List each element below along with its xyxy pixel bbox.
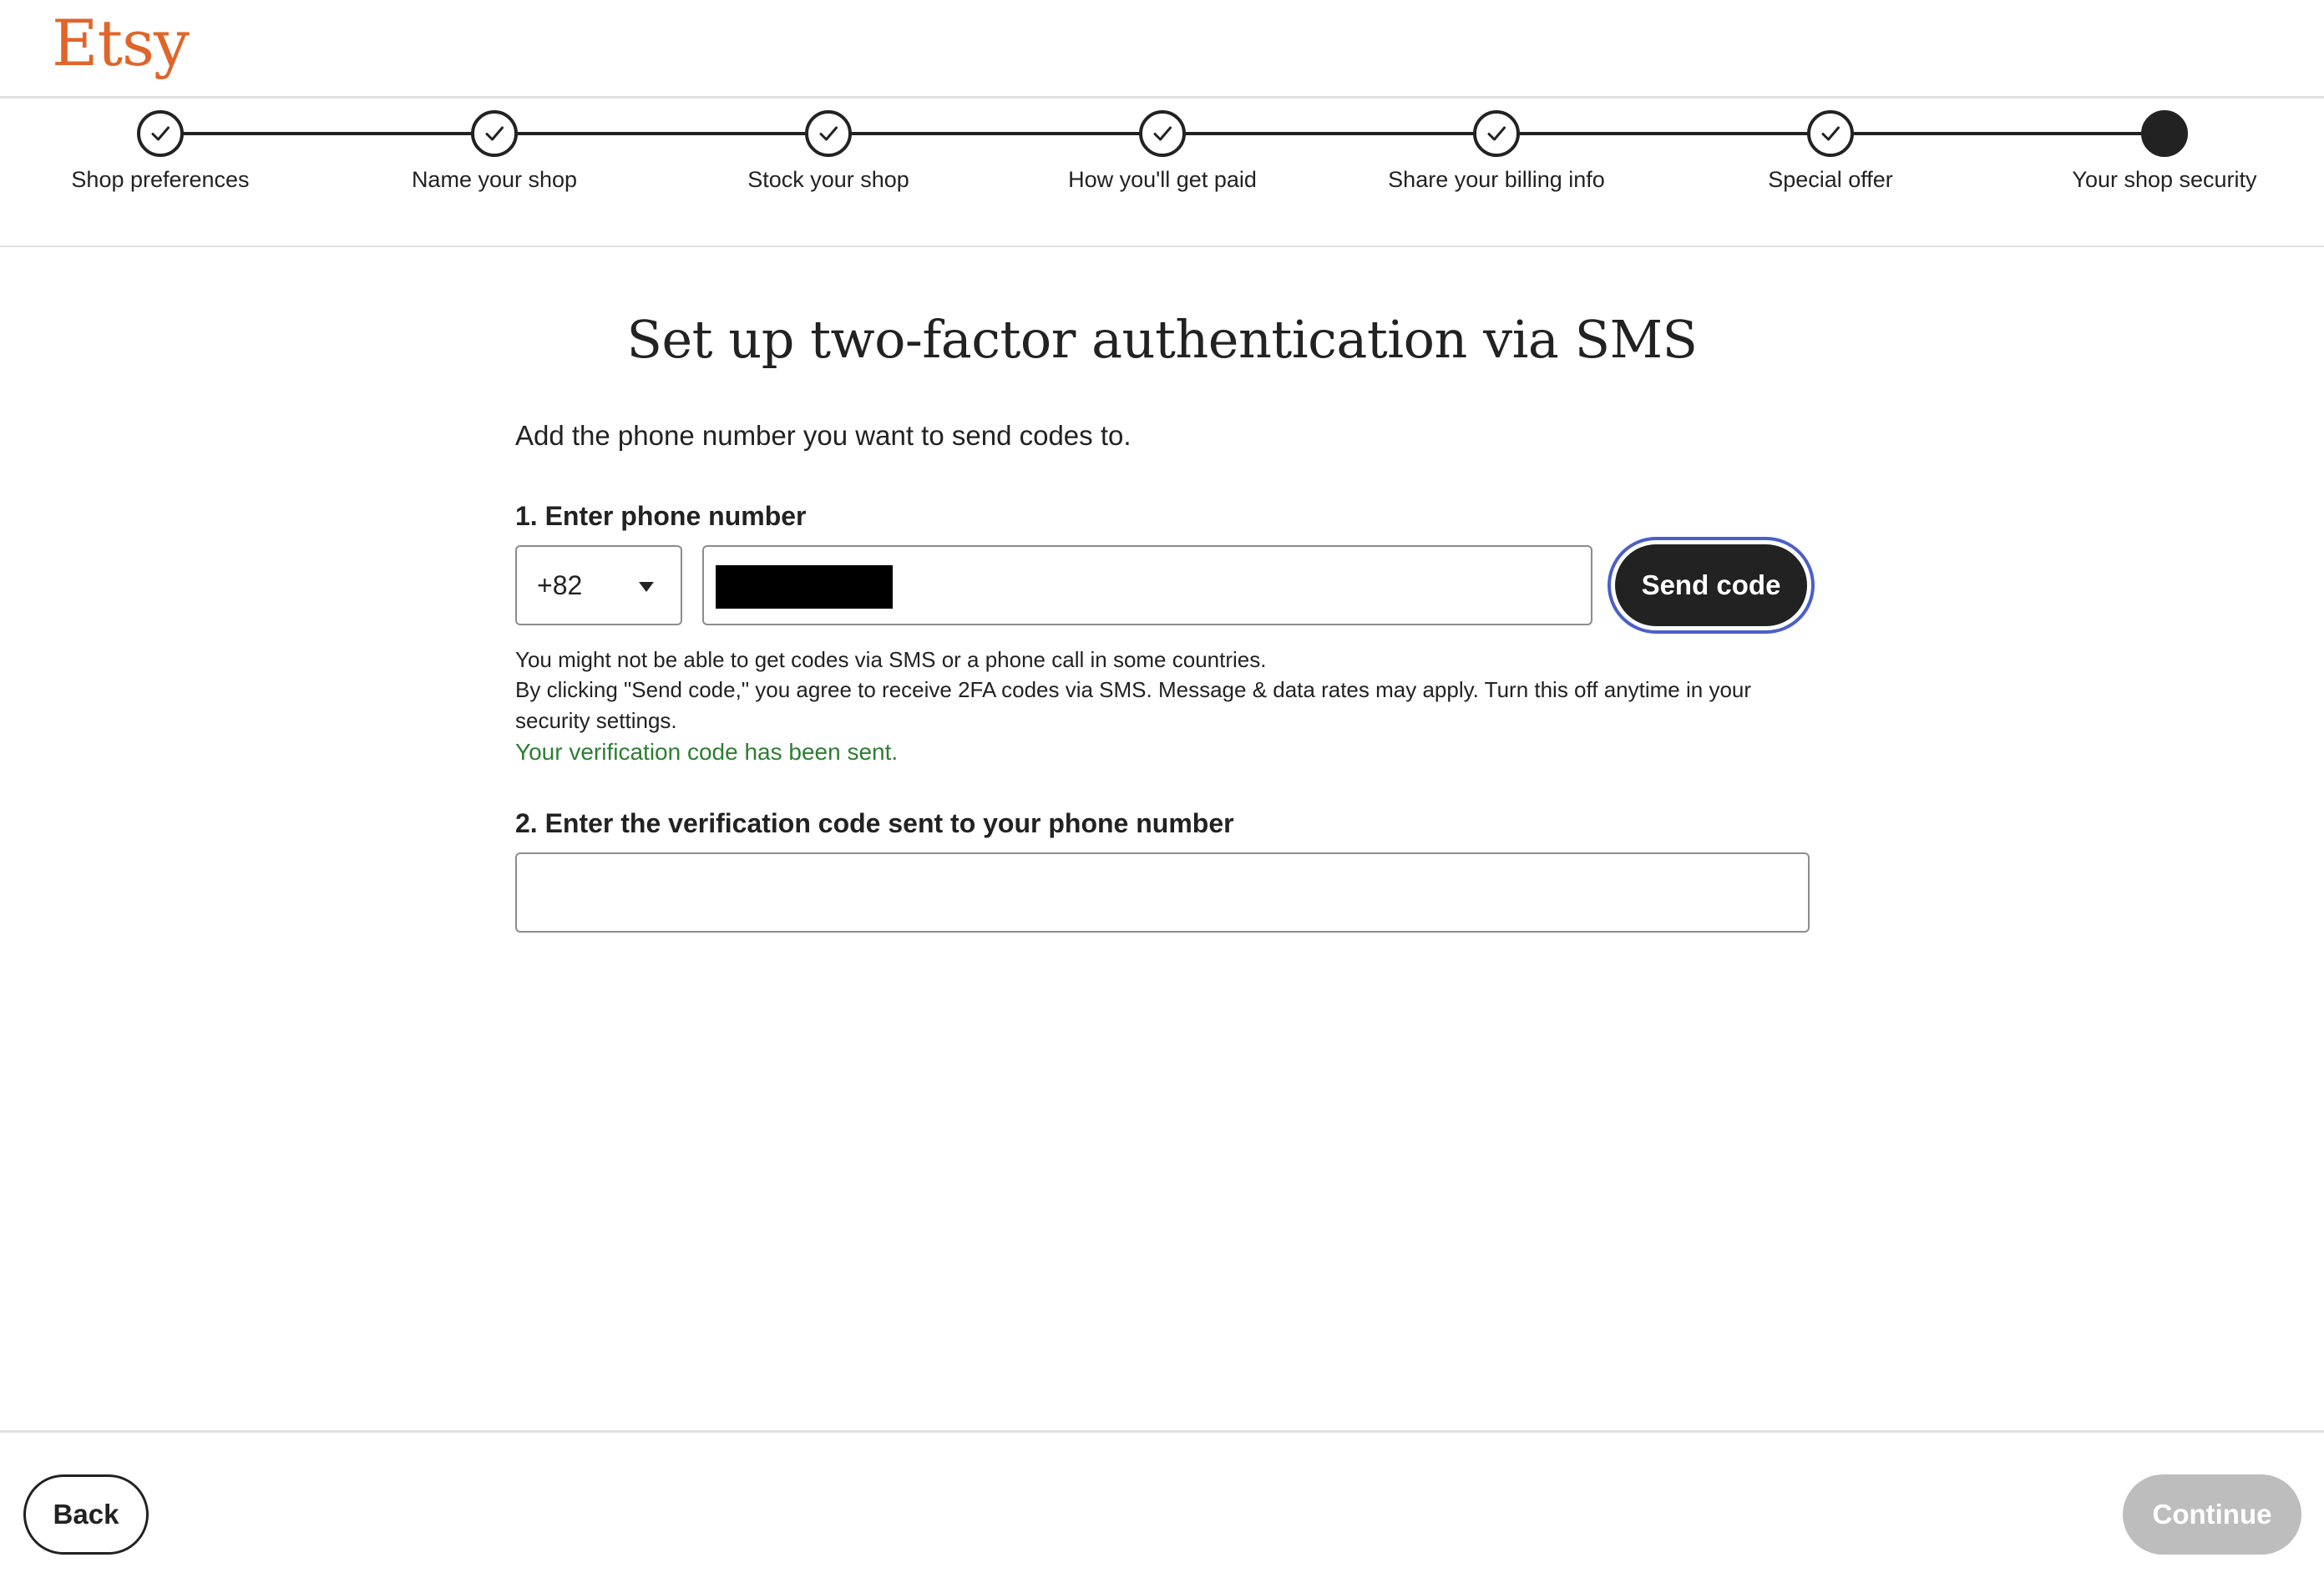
step-name-your-shop: Name your shop	[344, 110, 645, 193]
phone-number-input[interactable]	[702, 545, 1592, 625]
step-shop-preferences: Shop preferences	[10, 110, 311, 193]
check-icon	[1473, 110, 1520, 157]
redacted-phone-number	[716, 565, 893, 609]
code-section-label: 2. Enter the verification code sent to y…	[515, 808, 1234, 838]
step-stock-your-shop: Stock your shop	[678, 110, 979, 193]
check-icon	[1807, 110, 1854, 157]
send-code-button[interactable]: Send code	[1615, 544, 1807, 626]
footer: Back Continue	[0, 1430, 2324, 1593]
phone-section-label: 1. Enter phone number	[515, 501, 807, 531]
continue-button[interactable]: Continue	[2123, 1474, 2301, 1555]
check-icon	[137, 110, 184, 157]
current-step-dot-icon	[2141, 110, 2188, 157]
step-special-offer: Special offer	[1680, 110, 1981, 193]
page-title: Set up two-factor authentication via SMS	[626, 309, 1698, 370]
country-code-select[interactable]: +82	[515, 545, 682, 625]
verification-code-input[interactable]	[515, 852, 1810, 933]
header: Etsy	[0, 0, 2324, 99]
back-button[interactable]: Back	[23, 1474, 149, 1555]
sms-consent-note: By clicking "Send code," you agree to re…	[515, 677, 1752, 733]
step-label: How you'll get paid	[1068, 167, 1257, 192]
step-your-shop-security: Your shop security	[2014, 110, 2315, 193]
step-label: Name your shop	[411, 167, 578, 192]
step-label: Shop preferences	[71, 167, 250, 192]
step-label: Your shop security	[2072, 167, 2257, 192]
intro-text: Add the phone number you want to send co…	[515, 420, 1132, 451]
step-label: Stock your shop	[747, 167, 909, 192]
check-icon	[1139, 110, 1186, 157]
code-sent-message: Your verification code has been sent.	[515, 739, 899, 765]
step-share-billing-info: Share your billing info	[1346, 110, 1647, 193]
sms-availability-note: You might not be able to get codes via S…	[515, 647, 1267, 672]
caret-down-icon	[639, 582, 654, 592]
step-label: Special offer	[1768, 167, 1893, 192]
progress-stepper: Shop preferences Name your shop Stock yo…	[0, 100, 2324, 247]
country-code-value: +82	[537, 569, 583, 600]
step-label: Share your billing info	[1388, 167, 1605, 192]
check-icon	[471, 110, 518, 157]
etsy-logo[interactable]: Etsy	[52, 2, 190, 85]
check-icon	[805, 110, 852, 157]
step-how-youll-get-paid: How you'll get paid	[1012, 110, 1313, 193]
send-code-focus-ring: Send code	[1608, 537, 1815, 634]
